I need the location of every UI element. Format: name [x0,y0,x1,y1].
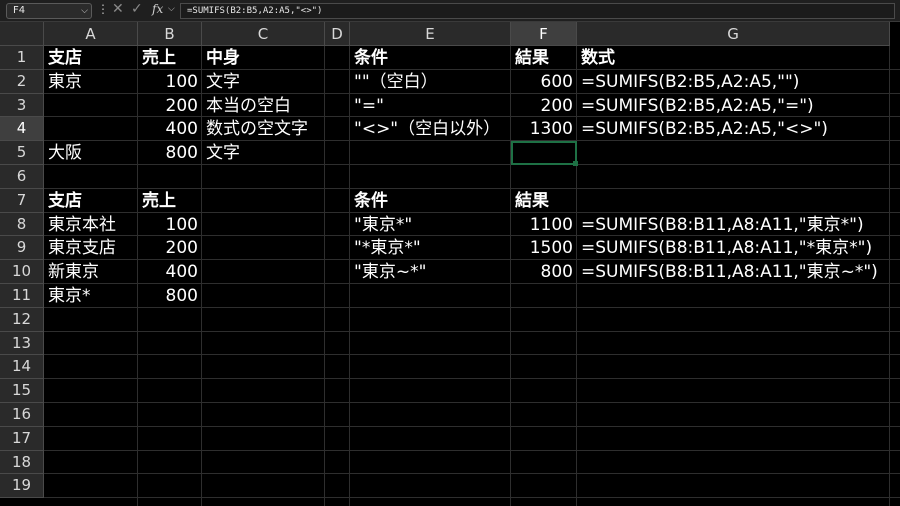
cell-a10[interactable]: 新東京 [48,260,99,284]
column-gridline [576,46,577,506]
insert-function-icon[interactable]: fx [152,2,163,16]
cell-f2[interactable]: 600 [511,70,573,94]
column-header-c[interactable]: C [202,22,325,46]
cell-g8[interactable]: =SUMIFS(B8:B11,A8:A11,"東京*") [581,213,864,237]
column-header-b[interactable]: B [138,22,202,46]
row-gridline [44,425,900,427]
row-gridline [44,354,900,356]
cell-c5[interactable]: 文字 [206,141,240,165]
cell-e8[interactable]: "東京*" [354,213,412,237]
cell-f4[interactable]: 1300 [511,117,573,141]
cell-f3[interactable]: 200 [511,94,573,118]
cell-e1[interactable]: 条件 [354,46,388,70]
active-cell-selection [511,141,577,165]
cell-a9[interactable]: 東京支店 [48,236,116,260]
cell-e10[interactable]: "東京~*" [354,260,426,284]
fill-handle[interactable] [573,161,578,166]
column-gridline [201,46,202,506]
row-header-18[interactable]: 18 [0,450,44,475]
cell-e3[interactable]: "=" [354,94,384,118]
cell-a11[interactable]: 東京* [48,284,91,308]
cell-a8[interactable]: 東京本社 [48,213,116,237]
cell-b4[interactable]: 400 [138,117,198,141]
cell-e2[interactable]: ""（空白） [354,70,438,94]
name-box-value: F4 [13,5,26,16]
row-header-2[interactable]: 2 [0,69,44,94]
cell-c4[interactable]: 数式の空文字 [206,117,308,141]
row-header-11[interactable]: 11 [0,284,44,308]
cell-b10[interactable]: 400 [138,260,198,284]
row-header-17[interactable]: 17 [0,426,44,451]
cell-b3[interactable]: 200 [138,94,198,118]
row-header-14[interactable]: 14 [0,355,44,380]
cell-c2[interactable]: 文字 [206,70,240,94]
cell-f1[interactable]: 結果 [515,46,549,70]
name-box[interactable]: F4 ⌵ [6,3,92,19]
row-header-1[interactable]: 1 [0,46,44,70]
cell-g9[interactable]: =SUMIFS(B8:B11,A8:A11,"*東京*") [581,236,872,260]
cell-a7[interactable]: 支店 [48,189,82,213]
column-header-d[interactable]: D [325,22,350,46]
more-options-icon[interactable]: ⋮ [97,2,109,16]
cell-g2[interactable]: =SUMIFS(B2:B5,A2:A5,"") [581,70,799,94]
cell-b2[interactable]: 100 [138,70,198,94]
row-header-12[interactable]: 12 [0,307,44,332]
cell-a2[interactable]: 東京 [48,70,82,94]
cell-b5[interactable]: 800 [138,141,198,165]
cancel-icon[interactable]: ✕ [112,1,124,17]
row-header-10[interactable]: 10 [0,260,44,284]
row-gridline [44,378,900,380]
row-header-5[interactable]: 5 [0,141,44,165]
column-header-f[interactable]: F [511,22,577,46]
cell-c3[interactable]: 本当の空白 [206,94,291,118]
row-gridline [44,402,900,403]
cell-e9[interactable]: "*東京*" [354,236,421,260]
cell-f10[interactable]: 800 [511,260,573,284]
cell-g3[interactable]: =SUMIFS(B2:B5,A2:A5,"=") [581,94,814,118]
select-all-corner[interactable] [0,22,44,46]
row-gridline [44,449,900,451]
row-header-15[interactable]: 15 [0,379,44,403]
cell-a5[interactable]: 大阪 [48,141,82,165]
cell-g10[interactable]: =SUMIFS(B8:B11,A8:A11,"東京~*") [581,260,878,284]
row-header-13[interactable]: 13 [0,331,44,356]
row-header-9[interactable]: 9 [0,236,44,261]
chevron-down-icon[interactable]: ⌵ [168,4,175,14]
formula-bar: F4 ⌵ ⋮ ✕ ✓ fx ⌵ =SUMIFS(B2:B5,A2:A5,"<>") [0,0,900,22]
cell-e4[interactable]: "<>"（空白以外） [354,117,500,141]
column-gridline [324,46,325,506]
chevron-down-icon[interactable]: ⌵ [81,4,88,18]
enter-icon[interactable]: ✓ [131,1,143,17]
row-header-7[interactable]: 7 [0,188,44,213]
row-header-3[interactable]: 3 [0,93,44,118]
column-header-g[interactable]: G [577,22,890,46]
row-gridline [44,473,900,475]
column-header-a[interactable]: A [44,22,138,46]
cell-b1[interactable]: 売上 [142,46,176,70]
row-header-16[interactable]: 16 [0,403,44,427]
cell-f9[interactable]: 1500 [511,236,573,260]
row-gridline [44,330,900,332]
row-gridline [44,497,900,499]
cell-b11[interactable]: 800 [138,284,198,308]
cell-a1[interactable]: 支店 [48,46,82,70]
row-header-19[interactable]: 19 [0,474,44,499]
spreadsheet-grid[interactable]: ABCDEFG 1 2 3 4 5 6 7 8 9 10 11 12 13 14 15 16 17 18 19 支店… [0,22,900,506]
column-gridline [889,46,890,506]
formula-input[interactable]: =SUMIFS(B2:B5,A2:A5,"<>") [180,3,895,19]
cell-f7[interactable]: 結果 [515,189,549,213]
row-header-6[interactable]: 6 [0,165,44,189]
column-header-e[interactable]: E [350,22,511,46]
cell-b8[interactable]: 100 [138,213,198,237]
cell-b7[interactable]: 売上 [142,189,176,213]
row-header-4[interactable]: 4 [0,117,44,142]
cell-g4[interactable]: =SUMIFS(B2:B5,A2:A5,"<>") [581,117,828,141]
cell-f8[interactable]: 1100 [511,213,573,237]
cell-b9[interactable]: 200 [138,236,198,260]
row-header-8[interactable]: 8 [0,212,44,237]
column-gridline [349,46,350,506]
cell-c1[interactable]: 中身 [206,46,240,70]
cell-g1[interactable]: 数式 [581,46,615,70]
cell-e7[interactable]: 条件 [354,189,388,213]
